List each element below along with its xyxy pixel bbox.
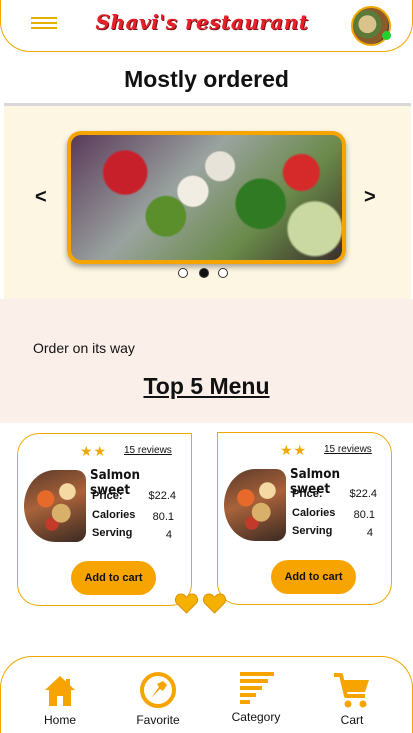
serving-value: 4 (165, 529, 172, 541)
dish-image (24, 470, 86, 542)
add-to-cart-button[interactable]: Add to cart (271, 560, 356, 594)
featured-title: Mostly ordered (124, 66, 289, 92)
serving-value: 4 (366, 527, 373, 539)
reviews-link[interactable]: 15 reviews (324, 444, 372, 455)
carousel-indicators (178, 268, 238, 280)
app-header: Shavi's restaurant (0, 0, 413, 52)
heart-icon[interactable] (202, 592, 227, 614)
order-status-panel (0, 299, 413, 423)
nav-favorite[interactable]: Favorite (127, 657, 189, 733)
home-icon (45, 676, 75, 706)
dish-image (224, 469, 286, 541)
nav-favorite-label: Favorite (136, 713, 180, 727)
reviews-link[interactable]: 15 reviews (124, 445, 172, 456)
price-value: $22.4 (349, 488, 377, 500)
hamburger-menu-icon[interactable] (31, 17, 57, 33)
nav-cart-label: Cart (340, 713, 364, 727)
carousel-slide-image[interactable] (67, 131, 346, 264)
price-label: Price: (92, 490, 123, 502)
nav-home[interactable]: Home (31, 657, 89, 733)
rating-stars: ★★ (280, 442, 308, 458)
nav-category[interactable]: Category (225, 657, 287, 733)
cart-icon (334, 673, 369, 708)
carousel-next-button[interactable]: > (364, 186, 376, 209)
calories-value: 80.1 (152, 511, 174, 523)
nav-cart[interactable]: Cart (325, 657, 379, 733)
calories-value: 80.1 (353, 509, 375, 521)
category-bars-icon (240, 672, 274, 704)
order-status-text: Order on its way (33, 340, 135, 356)
menu-card[interactable]: ★★ 15 reviews Salmon sweet Price: $22.4 … (17, 433, 192, 606)
price-value: $22.4 (148, 490, 176, 502)
heart-icon[interactable] (174, 592, 199, 614)
carousel-dot-1[interactable] (178, 268, 188, 278)
carousel-prev-button[interactable]: < (35, 186, 47, 209)
rating-stars: ★★ (80, 443, 108, 459)
add-to-cart-button[interactable]: Add to cart (71, 561, 156, 595)
menu-card[interactable]: ★★ 15 reviews Salmon sweet Price: $22.4 … (217, 432, 392, 605)
app-title: Shavi's restaurant (95, 10, 309, 34)
carousel-dot-3[interactable] (218, 268, 228, 278)
profile-avatar[interactable] (351, 6, 391, 46)
top-menu-heading: Top 5 Menu (143, 373, 270, 399)
price-label: Price: (292, 488, 323, 500)
bottom-navigation: Home Favorite Category Cart (0, 656, 413, 733)
favorite-badge-icon (140, 672, 176, 708)
nav-home-label: Home (43, 713, 76, 727)
online-status-indicator (382, 31, 391, 40)
nav-category-label: Category (231, 710, 281, 724)
carousel-dot-2-active[interactable] (199, 268, 209, 278)
